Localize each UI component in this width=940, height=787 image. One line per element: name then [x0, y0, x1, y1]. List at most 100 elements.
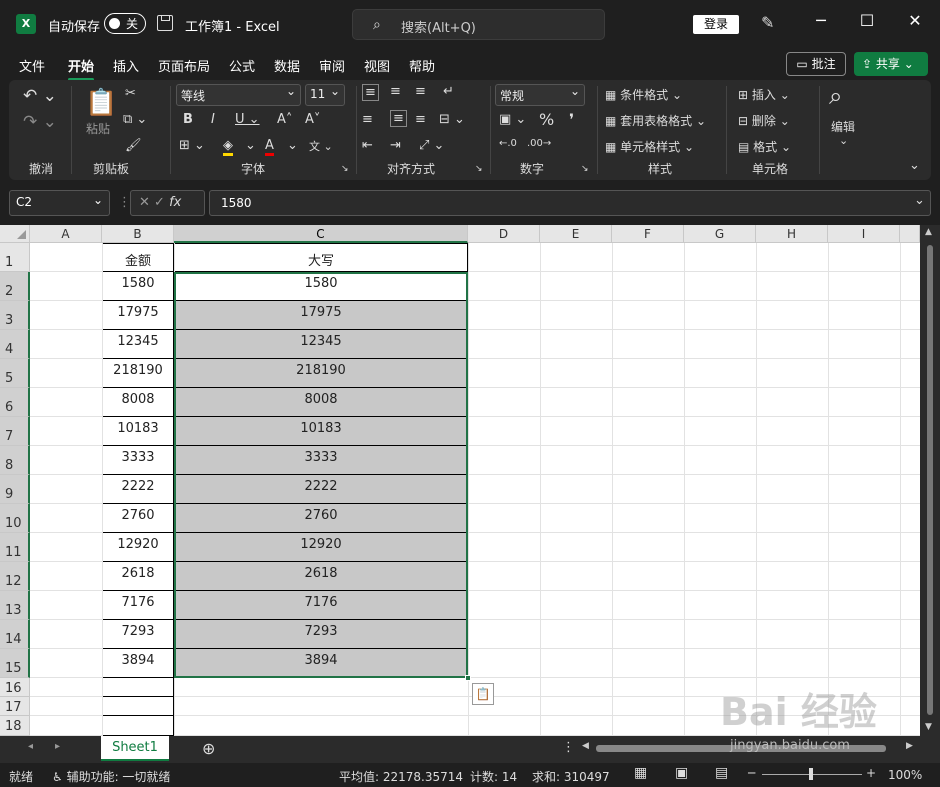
cell-b14[interactable]: 7293 — [102, 620, 174, 649]
pen-icon[interactable]: ✎ — [761, 13, 774, 32]
zoom-level[interactable]: 100% — [888, 768, 922, 782]
worksheet-grid[interactable]: A B C D E F G H I 1 2 3 4 5 6 7 8 9 10 11 12 13 14 15 1… — [0, 225, 920, 736]
row-header[interactable]: 17 — [0, 697, 30, 716]
share-button[interactable]: ⇪ 共享 ⌄ — [854, 52, 928, 76]
vertical-scroll-thumb[interactable] — [927, 245, 933, 715]
font-size-select[interactable]: 11 — [305, 84, 345, 106]
accessibility-status[interactable]: ♿ 辅助功能: 一切就绪 — [52, 768, 170, 785]
orientation-icon[interactable]: ⤢ ⌄ — [419, 138, 444, 153]
cell-b11[interactable]: 12920 — [102, 533, 174, 562]
cell-c3[interactable]: 17975 — [174, 301, 468, 330]
status-average[interactable]: 平均值: 22178.35714 — [339, 768, 463, 785]
select-all-button[interactable] — [0, 225, 30, 243]
font-name-select[interactable]: 等线 — [176, 84, 301, 106]
maximize-button[interactable]: ☐ — [852, 11, 882, 30]
row-header[interactable]: 11 — [0, 533, 30, 562]
search-box[interactable]: ⌕ 搜索(Alt+Q) — [352, 9, 605, 40]
tab-home[interactable]: 开始 — [68, 56, 95, 81]
conditional-format-button[interactable]: ▦ 条件格式 ⌄ — [605, 86, 682, 103]
next-sheet-icon[interactable]: ▸ — [55, 741, 60, 752]
align-bottom-icon[interactable]: ≡ — [415, 84, 426, 99]
cell-b2[interactable]: 1580 — [102, 272, 174, 301]
row-header[interactable]: 14 — [0, 620, 30, 649]
merge-center-icon[interactable]: ⊟ ⌄ — [439, 112, 465, 127]
tab-view[interactable]: 视图 — [364, 56, 390, 75]
cut-icon[interactable]: ✂ — [125, 86, 136, 101]
status-sum[interactable]: 求和: 310497 — [532, 768, 610, 785]
tab-data[interactable]: 数据 — [274, 56, 300, 75]
column-header-h[interactable]: H — [756, 225, 828, 243]
bold-button[interactable]: B — [183, 112, 193, 127]
tab-insert[interactable]: 插入 — [113, 56, 139, 75]
editing-button[interactable]: 编辑 — [831, 118, 855, 135]
cell-b9[interactable]: 2222 — [102, 475, 174, 504]
zoom-out-icon[interactable]: ─ — [748, 766, 755, 780]
phonetic-icon[interactable]: 文 ⌄ — [309, 138, 333, 154]
column-header-c[interactable]: C — [174, 225, 468, 243]
format-cells-button[interactable]: ▤ 格式 ⌄ — [738, 138, 791, 155]
increase-indent-icon[interactable]: ⇥ — [390, 138, 401, 153]
enter-icon[interactable]: ✓ — [154, 195, 165, 210]
comma-style-icon[interactable]: ❜ — [569, 110, 574, 129]
normal-view-icon[interactable]: ▦ — [634, 765, 647, 781]
cell-c6[interactable]: 8008 — [174, 388, 468, 417]
wrap-text-icon[interactable]: ↵ — [443, 84, 454, 99]
number-dialog-launcher-icon[interactable]: ↘ — [581, 164, 589, 174]
fill-color-icon[interactable]: ◈ — [223, 138, 233, 156]
cell-c14[interactable]: 7293 — [174, 620, 468, 649]
row-header[interactable]: 1 — [0, 243, 30, 272]
tab-formulas[interactable]: 公式 — [229, 56, 255, 75]
row-header[interactable]: 16 — [0, 678, 30, 697]
cell-b5[interactable]: 218190 — [102, 359, 174, 388]
column-header-g[interactable]: G — [684, 225, 756, 243]
cell-b3[interactable]: 17975 — [102, 301, 174, 330]
scroll-down-icon[interactable]: ▼ — [925, 722, 932, 732]
tab-review[interactable]: 审阅 — [319, 56, 345, 75]
shrink-font-icon[interactable]: A˅ — [305, 112, 320, 127]
align-middle-icon[interactable]: ≡ — [390, 84, 401, 99]
tab-help[interactable]: 帮助 — [409, 56, 435, 75]
insert-cells-button[interactable]: ⊞ 插入 ⌄ — [738, 86, 790, 103]
column-header-d[interactable]: D — [468, 225, 540, 243]
scroll-right-icon[interactable]: ▶ — [906, 741, 913, 751]
column-header-e[interactable]: E — [540, 225, 612, 243]
align-right-icon[interactable]: ≡ — [415, 112, 426, 127]
formula-input[interactable]: 1580 — [209, 190, 931, 216]
cell-c2[interactable]: 1580 — [174, 272, 468, 301]
decrease-decimal-icon[interactable]: .00→ — [527, 138, 551, 149]
cell-b12[interactable]: 2618 — [102, 562, 174, 591]
tab-page-layout[interactable]: 页面布局 — [158, 56, 210, 75]
vertical-scrollbar[interactable]: ▲ ▼ — [920, 225, 940, 736]
percent-icon[interactable]: % — [539, 110, 554, 129]
row-header[interactable]: 7 — [0, 417, 30, 446]
grow-font-icon[interactable]: A˄ — [277, 112, 292, 127]
alignment-dialog-launcher-icon[interactable]: ↘ — [475, 164, 483, 174]
comments-button[interactable]: ▭ 批注 — [786, 52, 846, 76]
decrease-indent-icon[interactable]: ⇤ — [362, 138, 373, 153]
expand-formula-icon[interactable]: ⌄ — [914, 193, 925, 208]
font-color-dropdown[interactable]: ⌄ — [287, 138, 298, 153]
font-color-icon[interactable]: A — [265, 138, 274, 156]
cell-styles-button[interactable]: ▦ 单元格样式 ⌄ — [605, 138, 694, 155]
cell-c10[interactable]: 2760 — [174, 504, 468, 533]
cell-b15[interactable]: 3894 — [102, 649, 174, 678]
cell-c8[interactable]: 3333 — [174, 446, 468, 475]
minimize-button[interactable]: ─ — [806, 11, 836, 30]
sheet-tab-sheet1[interactable]: Sheet1 — [101, 736, 169, 761]
cell-b1[interactable]: 金额 — [102, 243, 174, 272]
row-header[interactable]: 9 — [0, 475, 30, 504]
row-header[interactable]: 15 — [0, 649, 30, 678]
zoom-slider-thumb[interactable] — [809, 768, 813, 780]
delete-cells-button[interactable]: ⊟ 删除 ⌄ — [738, 112, 790, 129]
fill-handle[interactable] — [465, 675, 471, 681]
redo-icon[interactable]: ↷ ⌄ — [23, 112, 57, 132]
row-header[interactable]: 12 — [0, 562, 30, 591]
editing-search-icon[interactable]: ⌕ — [829, 82, 842, 110]
column-header-i[interactable]: I — [828, 225, 900, 243]
accounting-format-icon[interactable]: ▣ ⌄ — [499, 112, 526, 127]
borders-icon[interactable]: ⊞ ⌄ — [179, 138, 205, 153]
page-layout-view-icon[interactable]: ▣ — [675, 765, 688, 781]
row-header[interactable]: 13 — [0, 591, 30, 620]
cell-b6[interactable]: 8008 — [102, 388, 174, 417]
scroll-left-icon[interactable]: ◀ — [582, 741, 589, 751]
